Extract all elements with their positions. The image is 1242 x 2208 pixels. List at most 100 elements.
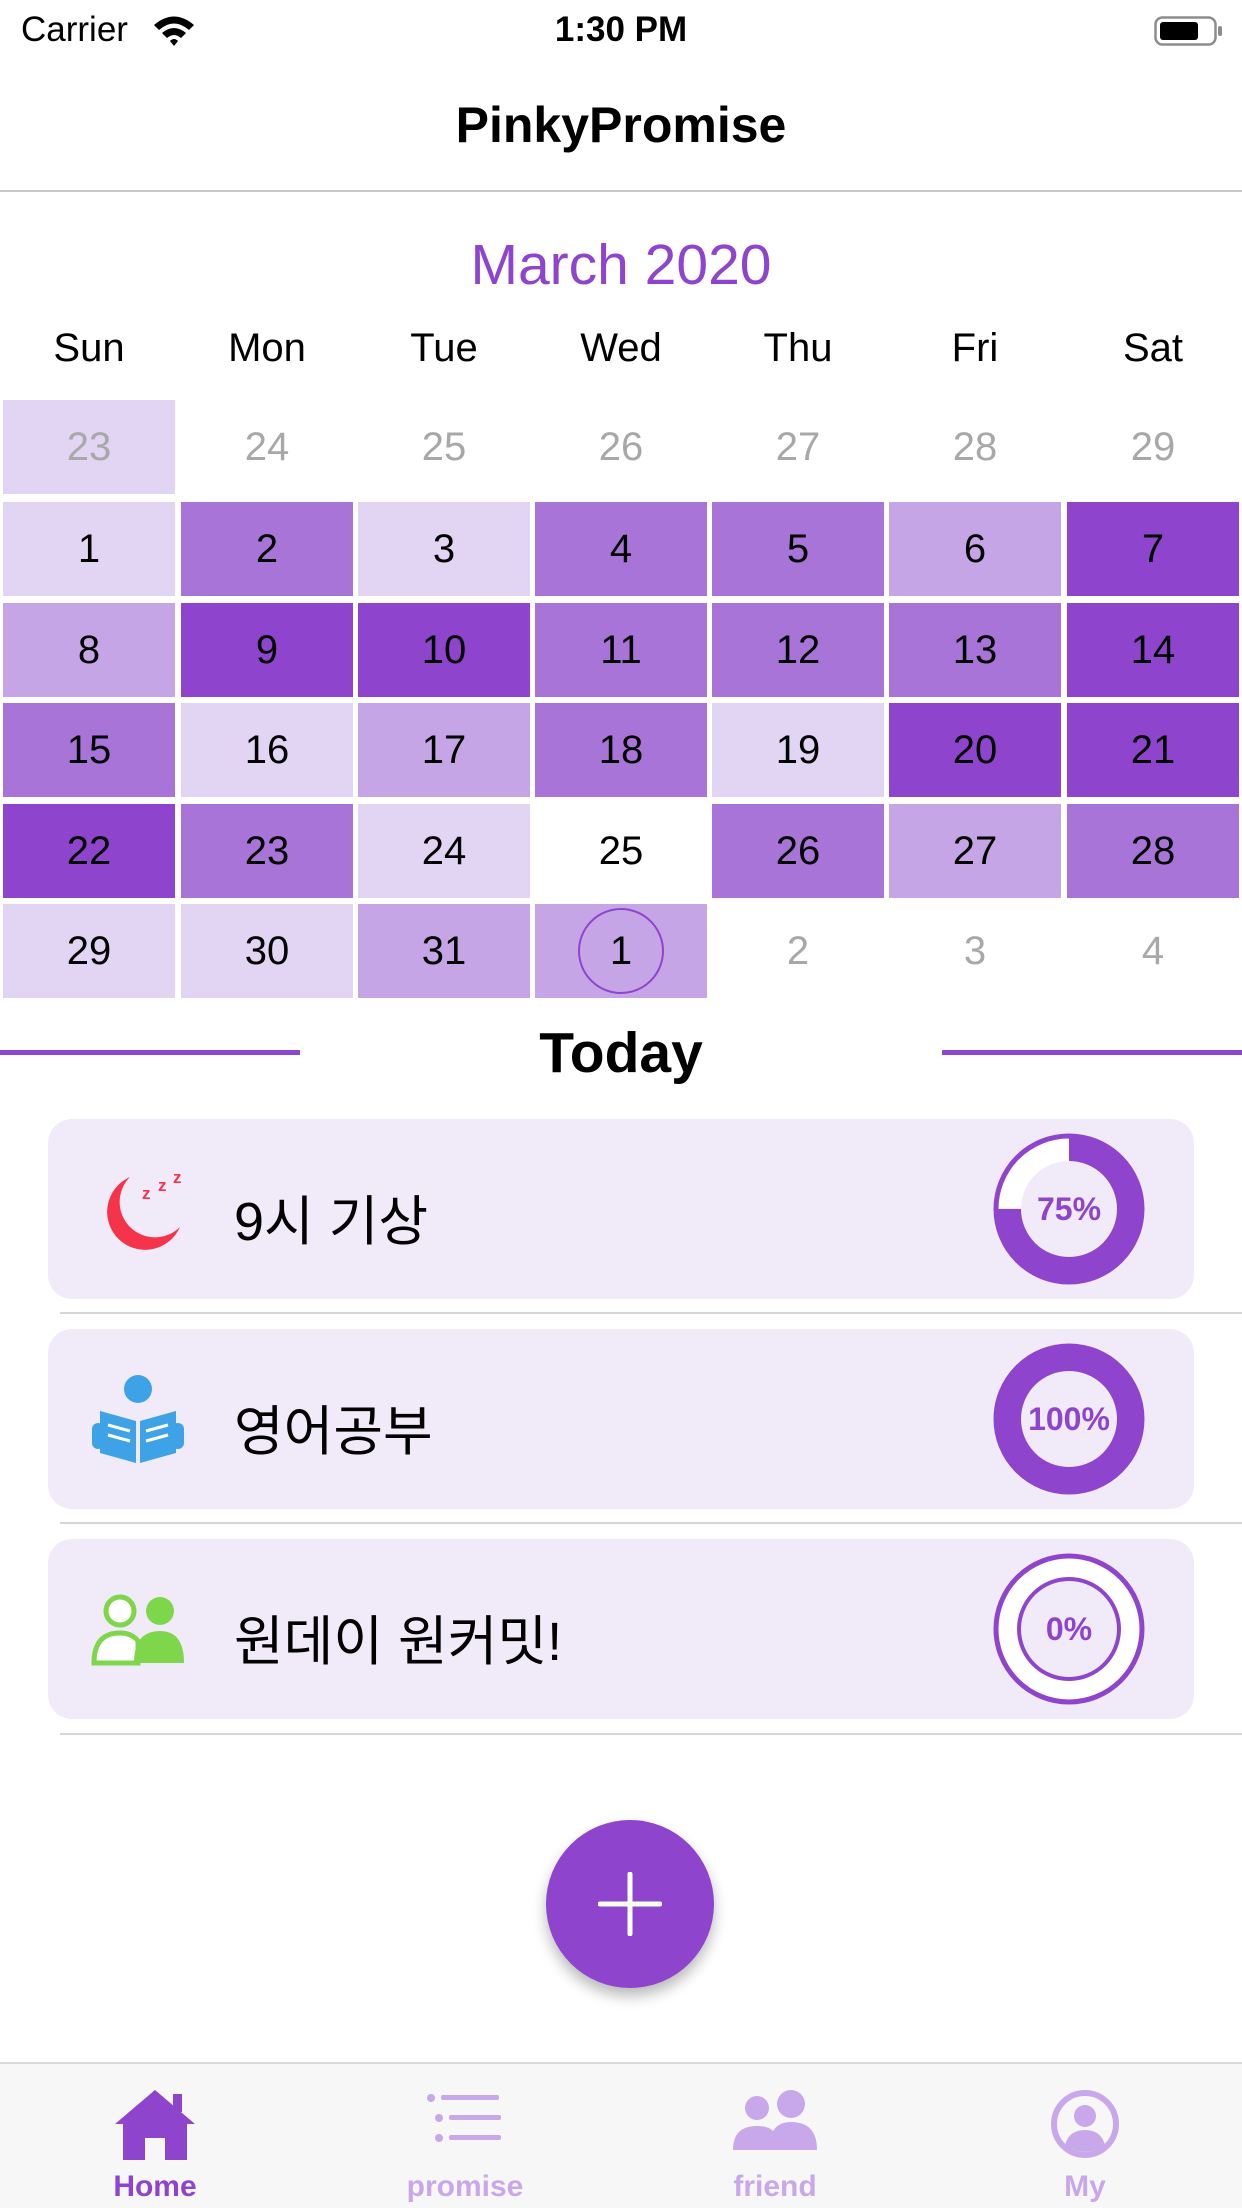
list-icon bbox=[427, 2094, 501, 2142]
calendar-day-number: 9 bbox=[255, 627, 279, 672]
calendar-day[interactable]: 24 bbox=[358, 804, 530, 898]
calendar-day[interactable]: 14 bbox=[1067, 603, 1239, 697]
add-promise-button[interactable] bbox=[546, 1820, 714, 1988]
calendar-day-today[interactable]: 1 bbox=[535, 904, 707, 998]
calendar-day-number: 4 bbox=[1141, 928, 1165, 973]
calendar-day[interactable]: 1 bbox=[3, 502, 175, 596]
calendar-day[interactable]: 10 bbox=[358, 603, 530, 697]
calendar-day-number: 8 bbox=[77, 627, 101, 672]
habit-card[interactable]: z z z 9시 기상 75% bbox=[48, 1119, 1194, 1299]
calendar-day-number: 24 bbox=[244, 424, 290, 469]
tab-home[interactable]: Home bbox=[0, 2064, 310, 2208]
calendar-day[interactable]: 23 bbox=[3, 400, 175, 494]
moon-sleep-icon: z z z bbox=[107, 1168, 182, 1250]
svg-text:z: z bbox=[142, 1184, 151, 1203]
calendar-day[interactable]: 11 bbox=[535, 603, 707, 697]
calendar-day[interactable]: 16 bbox=[181, 703, 353, 797]
calendar-day-number: 30 bbox=[244, 928, 290, 973]
calendar-day-number: 5 bbox=[786, 526, 810, 571]
svg-text:z: z bbox=[158, 1176, 167, 1195]
calendar-day[interactable]: 26 bbox=[712, 804, 884, 898]
card-separator bbox=[60, 1312, 1242, 1314]
tab-friend[interactable]: friend bbox=[620, 2064, 930, 2208]
calendar-day[interactable]: 19 bbox=[712, 703, 884, 797]
calendar-day-number: 26 bbox=[598, 424, 644, 469]
progress-ring: 75% bbox=[993, 1133, 1145, 1285]
calendar-day[interactable]: 22 bbox=[3, 804, 175, 898]
calendar-day-number: 15 bbox=[66, 727, 112, 772]
weekday-label: Sat bbox=[1122, 326, 1184, 370]
calendar-day-number: 21 bbox=[1130, 727, 1176, 772]
calendar-day[interactable]: 2 bbox=[181, 502, 353, 596]
status-time: 1:30 PM bbox=[554, 10, 688, 49]
calendar-day[interactable]: 4 bbox=[535, 502, 707, 596]
calendar-day-number: 25 bbox=[598, 828, 644, 873]
home-icon bbox=[115, 2090, 195, 2160]
app-title: PinkyPromise bbox=[455, 97, 787, 153]
calendar-day[interactable]: 18 bbox=[535, 703, 707, 797]
people-icon bbox=[733, 2090, 817, 2150]
tab-my[interactable]: My bbox=[930, 2064, 1240, 2208]
today-heading: Today bbox=[539, 1021, 703, 1085]
habit-title: 원데이 원커밋! bbox=[234, 1612, 563, 1672]
habit-card[interactable]: 원데이 원커밋! 0% bbox=[48, 1539, 1194, 1719]
calendar-day-number: 13 bbox=[952, 627, 998, 672]
calendar-day[interactable]: 25 bbox=[535, 804, 707, 898]
calendar-day-number: 4 bbox=[609, 526, 633, 571]
calendar-day[interactable]: 27 bbox=[889, 804, 1061, 898]
habit-title: 9시 기상 bbox=[234, 1192, 429, 1252]
calendar-day[interactable]: 8 bbox=[3, 603, 175, 697]
calendar-day[interactable]: 4 bbox=[1067, 904, 1239, 998]
calendar-day-number: 23 bbox=[66, 424, 112, 469]
tab-promise[interactable]: promise bbox=[310, 2064, 620, 2208]
calendar-day[interactable]: 7 bbox=[1067, 502, 1239, 596]
calendar-day-number: 28 bbox=[1130, 828, 1176, 873]
calendar-day[interactable]: 9 bbox=[181, 603, 353, 697]
progress-ring: 100% bbox=[993, 1343, 1145, 1495]
tab-bar: Home promise friend My bbox=[0, 2062, 1242, 2208]
calendar-day[interactable]: 5 bbox=[712, 502, 884, 596]
calendar-day[interactable]: 29 bbox=[1067, 400, 1239, 494]
calendar-day[interactable]: 31 bbox=[358, 904, 530, 998]
calendar-day[interactable]: 30 bbox=[181, 904, 353, 998]
calendar-day[interactable]: 27 bbox=[712, 400, 884, 494]
calendar-day[interactable]: 21 bbox=[1067, 703, 1239, 797]
calendar-day-number: 2 bbox=[786, 928, 810, 973]
calendar-day[interactable]: 23 bbox=[181, 804, 353, 898]
calendar-day[interactable]: 20 bbox=[889, 703, 1061, 797]
calendar-day[interactable]: 3 bbox=[889, 904, 1061, 998]
calendar-day[interactable]: 13 bbox=[889, 603, 1061, 697]
tab-label: promise bbox=[406, 2170, 524, 2203]
calendar-day[interactable]: 24 bbox=[181, 400, 353, 494]
friends-icon bbox=[91, 1594, 184, 1666]
weekday-label: Thu bbox=[763, 326, 833, 370]
calendar-day[interactable]: 6 bbox=[889, 502, 1061, 596]
calendar-day[interactable]: 3 bbox=[358, 502, 530, 596]
progress-percent: 75% bbox=[1036, 1190, 1102, 1227]
calendar-day-number: 2 bbox=[255, 526, 279, 571]
calendar-day-number: 1 bbox=[609, 928, 633, 973]
calendar-day-number: 11 bbox=[600, 627, 642, 672]
calendar-day-number: 12 bbox=[775, 627, 821, 672]
navigation-bar: PinkyPromise bbox=[0, 62, 1242, 192]
calendar-day[interactable]: 12 bbox=[712, 603, 884, 697]
calendar-day[interactable]: 28 bbox=[1067, 804, 1239, 898]
calendar-day-number: 18 bbox=[598, 727, 644, 772]
calendar-day[interactable]: 26 bbox=[535, 400, 707, 494]
calendar-day[interactable]: 17 bbox=[358, 703, 530, 797]
calendar-day[interactable]: 29 bbox=[3, 904, 175, 998]
reading-book-icon bbox=[92, 1375, 184, 1463]
tab-label: friend bbox=[733, 2170, 817, 2203]
calendar-day[interactable]: 2 bbox=[712, 904, 884, 998]
calendar-day-number: 10 bbox=[421, 627, 467, 672]
calendar-day-number: 29 bbox=[1130, 424, 1176, 469]
battery-icon bbox=[1154, 16, 1222, 46]
habit-title: 영어공부 bbox=[234, 1402, 433, 1462]
calendar-day[interactable]: 15 bbox=[3, 703, 175, 797]
habit-card[interactable]: 영어공부 100% bbox=[48, 1329, 1194, 1509]
calendar-day[interactable]: 25 bbox=[358, 400, 530, 494]
calendar-day-number: 19 bbox=[775, 727, 821, 772]
calendar-day[interactable]: 28 bbox=[889, 400, 1061, 494]
progress-percent: 100% bbox=[1028, 1400, 1110, 1437]
calendar-day-number: 25 bbox=[421, 424, 467, 469]
